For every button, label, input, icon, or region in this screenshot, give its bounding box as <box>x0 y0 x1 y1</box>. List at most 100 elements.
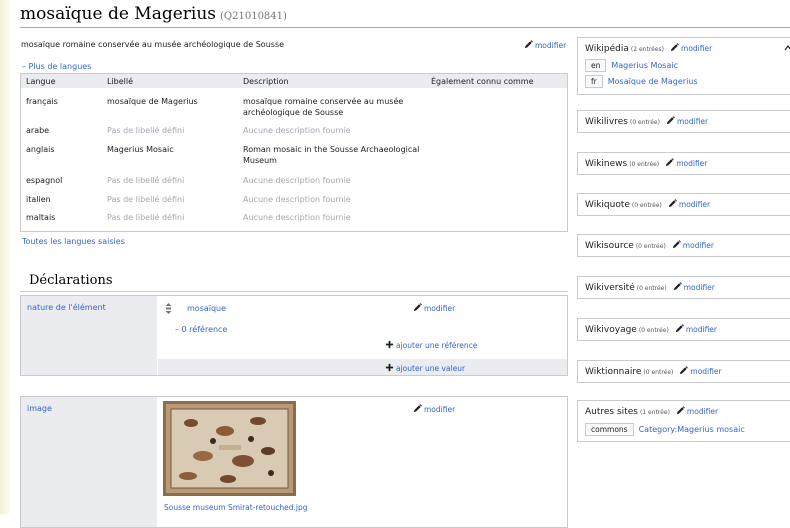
references-toggle[interactable]: – 0 référence <box>175 325 227 334</box>
row-language: italien <box>26 195 51 204</box>
sitelinks-wikivoyage: Wikivoyage (0 entrée) modifier <box>577 318 790 341</box>
edit-label: modifier <box>678 200 711 209</box>
sitelink-row: en Magerius Mosaic <box>585 59 678 72</box>
all-languages-link[interactable]: Toutes les langues saisies <box>22 237 125 246</box>
sitelinks-edit-button[interactable]: modifier <box>665 159 707 168</box>
more-languages-toggle[interactable]: – Plus de langues <box>22 62 91 71</box>
fingerprint-edit-button[interactable]: modifier <box>524 40 566 50</box>
site-code: fr <box>585 75 603 88</box>
entry-count: (0 entrée) <box>643 369 674 376</box>
entry-count: (0 entrée) <box>631 202 662 209</box>
group-name: Wiktionnaire <box>585 367 642 377</box>
row-label-empty: Pas de libellé défini <box>107 195 185 204</box>
pencil-icon <box>666 116 675 125</box>
sitelinks-header: Wikiquote (0 entrée) modifier <box>585 199 710 210</box>
edit-label: modifier <box>535 41 567 50</box>
add-value-label: ajouter une valeur <box>396 364 466 373</box>
pencil-icon <box>673 282 682 291</box>
group-name: Wikiquote <box>585 200 630 210</box>
pencil-icon <box>413 303 422 312</box>
sitelinks-header: Wikipédia (2 entrées) modifier <box>585 43 712 54</box>
site-code: commons <box>585 423 634 436</box>
edit-label: modifier <box>683 283 715 292</box>
pencil-icon <box>675 324 684 333</box>
sitelinks-edit-button[interactable]: modifier <box>679 366 722 376</box>
edit-label: modifier <box>676 117 709 126</box>
sitelinks-edit-button[interactable]: modifier <box>673 283 715 292</box>
sitelinks-edit-button[interactable]: modifier <box>676 407 718 416</box>
statement-value-link[interactable]: mosaïque <box>187 304 226 313</box>
sitelinks-header: Wikisource (0 entrée) modifier <box>585 240 714 251</box>
header-aliases: Également connu comme <box>431 77 534 86</box>
edit-label: modifier <box>681 44 713 53</box>
sitelink-title[interactable]: Mosaïque de Magerius <box>608 77 698 86</box>
sitelinks-wikiversite: Wikiversité (0 entrée) modifier <box>577 276 790 299</box>
sitelink-row: commons Category:Magerius mosaic <box>585 423 745 436</box>
sitelinks-header: Wikilivres (0 entrée) modifier <box>585 116 708 127</box>
pencil-icon <box>668 199 677 208</box>
row-language: maltais <box>26 213 56 222</box>
item-qid: (Q21010841) <box>220 11 287 22</box>
sitelinks-wiktionnaire: Wiktionnaire (0 entrée) modifier <box>577 360 790 383</box>
property-link[interactable]: image <box>27 404 52 413</box>
add-reference-button[interactable]: ajouter une référence <box>385 340 477 350</box>
site-code: en <box>585 59 607 72</box>
pencil-icon <box>672 240 681 249</box>
sitelink-title[interactable]: Category:Magerius mosaic <box>639 425 745 434</box>
row-description-empty: Aucune description fournie <box>243 213 351 222</box>
property-link[interactable]: nature de l'élément <box>27 303 106 312</box>
row-description-empty: Aucune description fournie <box>243 195 351 204</box>
rank-selector-icon[interactable] <box>165 303 172 314</box>
add-reference-label: ajouter une référence <box>396 341 478 350</box>
sitelinks-wikinews: Wikinews (0 entrée) modifier <box>577 152 790 175</box>
pencil-icon <box>670 43 679 52</box>
sitelinks-edit-button[interactable]: modifier <box>666 117 708 126</box>
sitelink-title[interactable]: Magerius Mosaic <box>611 61 678 70</box>
image-file-link[interactable]: Sousse museum Smirat-retouched.jpg <box>164 503 307 512</box>
sitelinks-edit-button[interactable]: modifier <box>668 200 710 209</box>
sitelinks-wikipedia: Wikipédia (2 entrées) modifier en Magerius … <box>577 37 790 95</box>
sitelink-row: fr Mosaïque de Magerius <box>585 75 698 88</box>
sitelinks-wikiquote: Wikiquote (0 entrée) modifier <box>577 193 790 216</box>
row-description-empty: Aucune description fournie <box>243 126 351 135</box>
group-name: Wikilivres <box>585 117 628 127</box>
row-language: anglais <box>26 145 55 154</box>
item-label: mosaïque de Magerius <box>20 4 217 24</box>
pencil-icon <box>676 406 685 415</box>
pencil-icon <box>679 366 688 375</box>
row-description-empty: Aucune description fournie <box>243 176 351 185</box>
pencil-icon <box>665 158 674 167</box>
statement-edit-button[interactable]: modifier <box>413 303 455 313</box>
row-label-empty: Pas de libellé défini <box>107 176 185 185</box>
sitelinks-wikisource: Wikisource (0 entrée) modifier <box>577 234 790 257</box>
row-label-empty: Pas de libellé défini <box>107 213 185 222</box>
collapse-icon[interactable] <box>784 44 790 52</box>
group-name: Wikipédia <box>585 44 629 54</box>
language-table: Langue Libellé Description Également con… <box>20 73 568 232</box>
statement-property: nature de l'élément <box>21 296 157 375</box>
edit-label: modifier <box>686 407 719 416</box>
entry-count: (0 entrée) <box>636 285 667 292</box>
edit-label: modifier <box>676 159 708 168</box>
statement-edit-button[interactable]: modifier <box>413 404 455 414</box>
entry-count: (0 entrée) <box>638 327 669 334</box>
edit-label: modifier <box>685 325 717 334</box>
add-value-button[interactable]: ajouter une valeur <box>385 363 465 373</box>
pencil-icon <box>413 404 422 413</box>
sitelinks-header: Wikivoyage (0 entrée) modifier <box>585 324 717 335</box>
row-label: Magerius Mosaic <box>107 145 174 154</box>
entry-count: (2 entrées) <box>630 46 665 53</box>
group-name: Autres sites <box>585 407 638 417</box>
sitelinks-edit-button[interactable]: modifier <box>672 241 714 250</box>
edit-label: modifier <box>424 405 456 414</box>
row-language: espagnol <box>26 176 63 185</box>
pencil-icon <box>524 40 533 49</box>
entry-count: (1 entrée) <box>639 409 670 416</box>
edit-label: modifier <box>424 304 456 313</box>
declarations-heading: Déclarations <box>29 273 113 288</box>
sitelinks-edit-button[interactable]: modifier <box>675 325 717 334</box>
mosaic-thumbnail[interactable] <box>163 401 296 496</box>
title-divider <box>20 27 790 28</box>
header-language: Langue <box>26 77 56 86</box>
sitelinks-edit-button[interactable]: modifier <box>670 44 712 53</box>
